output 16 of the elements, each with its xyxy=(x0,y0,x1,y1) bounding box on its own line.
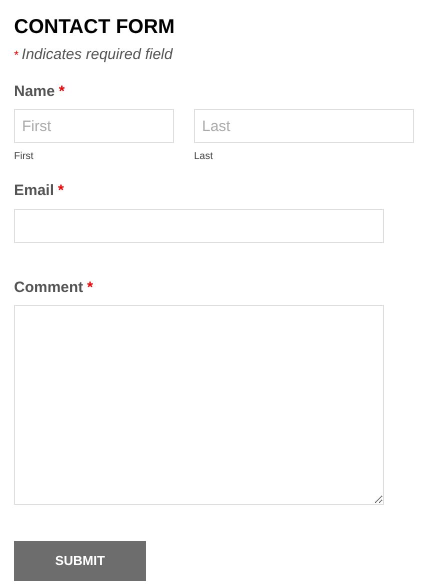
email-field[interactable] xyxy=(14,208,384,242)
form-title: CONTACT FORM xyxy=(14,15,176,40)
required-mark: * xyxy=(14,47,19,64)
submit-button[interactable]: SUBMIT xyxy=(14,541,146,581)
field-label: Comment xyxy=(14,278,84,298)
field-label: Email xyxy=(14,181,54,201)
field-sublabel: Last xyxy=(194,150,213,164)
text-field[interactable]: Last xyxy=(194,109,414,143)
required-mark: * xyxy=(58,82,65,102)
required-mark: * xyxy=(58,181,64,201)
field-label: Name xyxy=(14,82,55,102)
comment-field[interactable] xyxy=(14,305,384,505)
field-sublabel: First xyxy=(14,150,34,164)
required-note: Indicates required field xyxy=(22,45,173,65)
required-mark: * xyxy=(87,278,94,298)
text-field[interactable]: First xyxy=(14,109,174,143)
